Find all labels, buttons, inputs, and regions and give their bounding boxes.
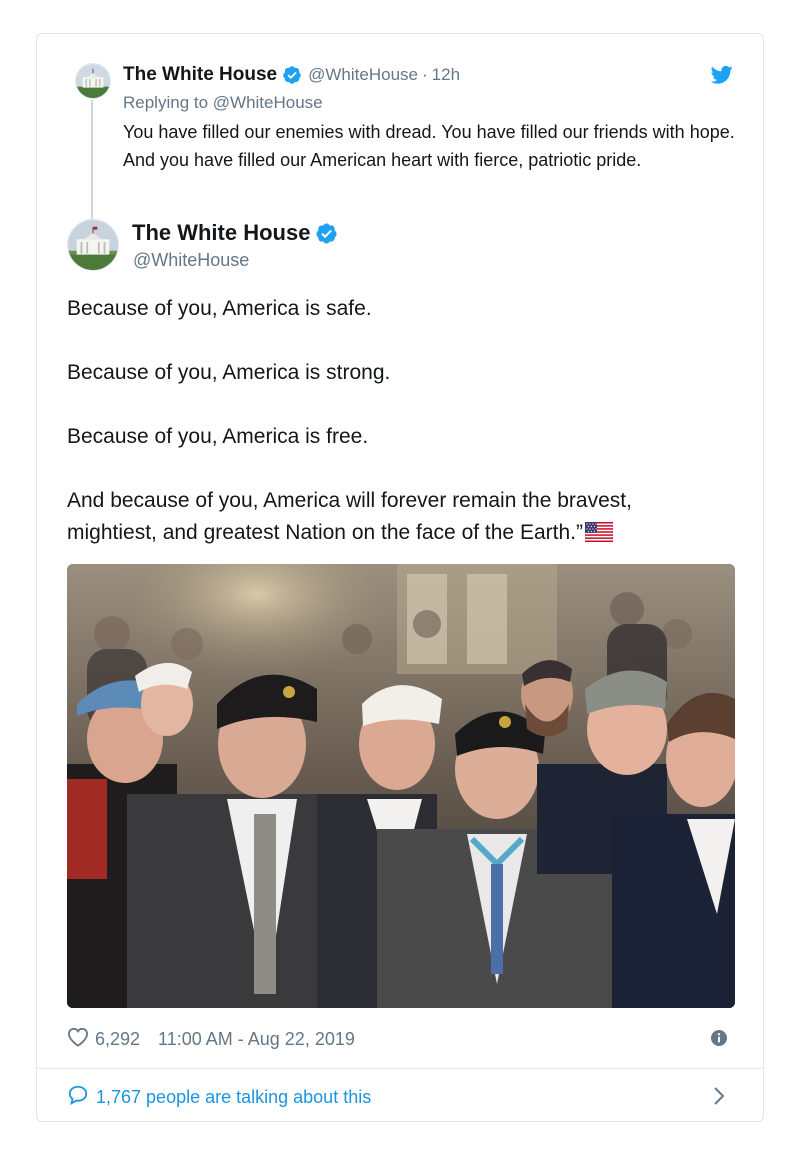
header-separator: ·: [421, 65, 428, 84]
main-tweet-header: The White House: [132, 220, 338, 246]
reply-tweet-header: The White House @WhiteHouse · 12h: [123, 64, 460, 86]
like-count[interactable]: 6,292: [95, 1029, 140, 1050]
tweet-paragraph-last: And because of you, America will forever…: [67, 485, 727, 552]
verified-badge-icon: [282, 65, 302, 85]
main-author-avatar[interactable]: [67, 219, 119, 271]
reply-author-avatar[interactable]: [75, 63, 111, 99]
tweet-card: The White House @WhiteHouse · 12h Replyi…: [36, 33, 764, 1122]
reply-author-handle[interactable]: @WhiteHouse: [308, 65, 418, 85]
replying-to-label[interactable]: Replying to @WhiteHouse: [123, 93, 323, 113]
reply-author-name[interactable]: The White House: [123, 64, 277, 86]
tweet-paragraph: Because of you, America is strong.: [67, 361, 391, 384]
talking-count-label[interactable]: 1,767 people are talking about this: [96, 1087, 371, 1108]
tweet-paragraph: Because of you, America is free.: [67, 425, 369, 448]
main-tweet-text: Because of you, America is safe. Because…: [67, 293, 727, 584]
verified-badge-icon: [315, 222, 338, 245]
main-author-name[interactable]: The White House: [132, 220, 310, 246]
us-flag-icon: [584, 520, 614, 552]
reply-time[interactable]: 12h: [432, 65, 460, 85]
tweet-photo-veterans[interactable]: [67, 564, 735, 1008]
conversation-link[interactable]: 1,767 people are talking about this: [67, 1084, 371, 1111]
tweet-paragraph: And because of you, America will forever…: [67, 489, 632, 544]
footer-divider: [37, 1068, 763, 1069]
tweet-stats: 6,292 11:00 AM - Aug 22, 2019: [67, 1027, 355, 1052]
twitter-bird-icon[interactable]: [710, 65, 733, 85]
tweet-paragraph: Because of you, America is safe.: [67, 297, 372, 320]
heart-icon[interactable]: [67, 1027, 89, 1052]
reply-tweet-text: You have filled our enemies with dread. …: [123, 122, 735, 170]
main-author-handle[interactable]: @WhiteHouse: [133, 250, 249, 271]
info-icon[interactable]: [711, 1030, 727, 1051]
tweet-timestamp[interactable]: 11:00 AM - Aug 22, 2019: [158, 1029, 355, 1050]
chevron-right-icon[interactable]: [713, 1086, 725, 1111]
speech-bubble-icon: [67, 1084, 89, 1111]
